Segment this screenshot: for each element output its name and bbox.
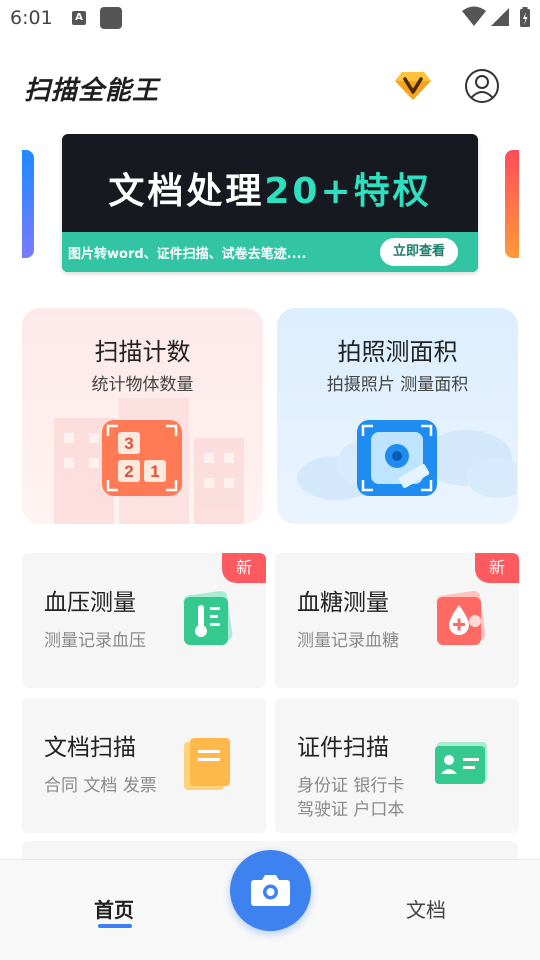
banner-subtitle: 图片转word、证件扫描、试卷去笔迹....: [68, 247, 307, 262]
app-title: 扫描全能王: [24, 76, 160, 106]
new-badge: 新: [222, 553, 266, 583]
scan-count-subtitle: 统计物体数量: [91, 375, 194, 395]
nav-tab-home[interactable]: 首页: [84, 894, 144, 923]
notification-a-icon: A: [72, 11, 86, 25]
id-card-icon: [435, 742, 487, 784]
banner-promo[interactable]: 文档处理20+特权 图片转word、证件扫描、试卷去笔迹.... 立即查看: [62, 134, 478, 272]
signal-icon: [491, 8, 509, 26]
thermometer-icon: [183, 591, 233, 646]
scan-count-card[interactable]: 扫描计数 统计物体数量 3 2 1: [22, 308, 263, 524]
camera-icon: [251, 875, 290, 906]
user-account-icon[interactable]: [464, 68, 500, 104]
banner-title: 文档处理20+特权: [62, 162, 478, 214]
id-scan-subtitle-line2: 驾驶证 户口本: [297, 800, 405, 820]
counter-digit-2: 2: [124, 462, 133, 481]
photo-measure-subtitle: 拍摄照片 测量面积: [326, 375, 469, 395]
blood-drop-icon: [436, 591, 486, 646]
id-scan-subtitle: 身份证 银行卡 驾驶证 户口本: [297, 774, 404, 822]
battery-icon: [520, 7, 530, 27]
document-scan-title: 文档扫描: [44, 735, 136, 761]
photo-measure-area-card[interactable]: 拍照测面积 拍摄照片 测量面积: [277, 308, 518, 524]
nav-tab-documents[interactable]: 文档: [396, 894, 456, 923]
notification-square-icon: [100, 7, 122, 29]
document-scan-card[interactable]: 文档扫描 合同 文档 发票: [22, 698, 266, 833]
blood-sugar-card[interactable]: 血糖测量 测量记录血糖 新: [275, 553, 519, 688]
banner-next-slide[interactable]: [505, 150, 519, 258]
id-scan-subtitle-line1: 身份证 银行卡: [297, 776, 405, 796]
nav-active-indicator: [98, 924, 132, 928]
new-badge: 新: [475, 553, 519, 583]
scan-count-title: 扫描计数: [94, 338, 191, 366]
counter-digit-1: 1: [150, 462, 159, 481]
banner-title-accent: 20+特权: [264, 171, 432, 212]
wifi-icon: [462, 6, 486, 26]
photo-measure-title: 拍照测面积: [337, 338, 458, 366]
document-scan-subtitle: 合同 文档 发票: [44, 776, 157, 796]
counter-icon: 3 2 1: [102, 420, 182, 496]
blood-pressure-card[interactable]: 血压测量 测量记录血压 新: [22, 553, 266, 688]
vip-diamond-icon[interactable]: [394, 68, 432, 102]
banner-previous-slide[interactable]: [22, 150, 34, 258]
banner-title-main: 文档处理: [108, 171, 265, 212]
counter-digit-3: 3: [124, 434, 133, 453]
blood-pressure-title: 血压测量: [44, 590, 136, 616]
id-scan-card[interactable]: 证件扫描 身份证 银行卡 驾驶证 户口本: [275, 698, 519, 833]
document-icon: [184, 738, 230, 790]
blood-sugar-subtitle: 测量记录血糖: [297, 631, 399, 651]
banner-carousel[interactable]: 文档处理20+特权 图片转word、证件扫描、试卷去笔迹.... 立即查看: [0, 134, 540, 276]
status-bar: 6:01 A: [0, 0, 540, 38]
blood-sugar-title: 血糖测量: [297, 590, 389, 616]
blood-pressure-subtitle: 测量记录血压: [44, 631, 146, 651]
camera-scan-button[interactable]: [230, 850, 311, 931]
id-scan-title: 证件扫描: [297, 735, 389, 761]
app-header: 扫描全能王: [0, 58, 540, 114]
camera-measure-icon: [357, 420, 437, 496]
banner-view-now-button[interactable]: 立即查看: [380, 238, 458, 266]
status-time: 6:01: [10, 7, 53, 29]
banner-strip: 图片转word、证件扫描、试卷去笔迹.... 立即查看: [62, 232, 478, 272]
